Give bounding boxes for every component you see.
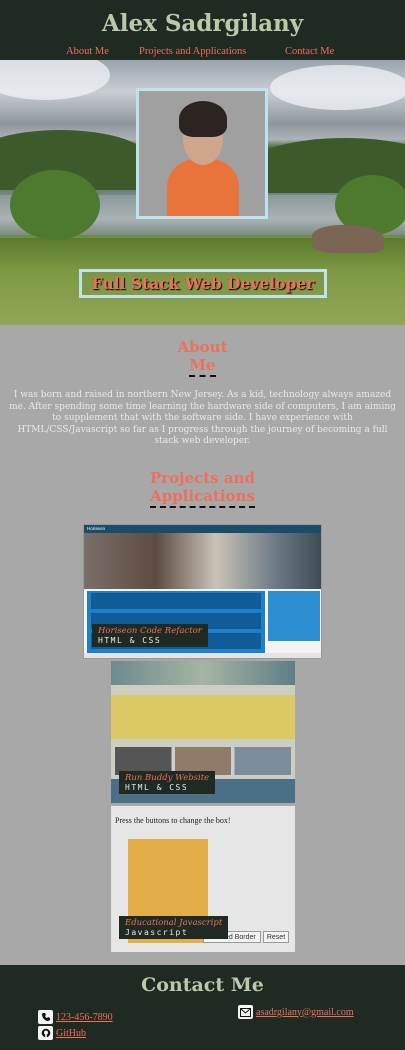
about-heading-line2: Me (189, 356, 216, 377)
screenshot-instructions: Press the buttons to change the box! (115, 816, 231, 825)
screenshot-hero-image (111, 661, 295, 685)
screenshot-sidebar (268, 591, 320, 641)
project-title: Educational Javascript (125, 918, 223, 928)
cloud (270, 65, 405, 110)
project-title: Run Buddy Website (125, 773, 210, 783)
site-title: Alex Sadrgilany (101, 10, 304, 37)
screenshot-pricing-section (111, 695, 295, 739)
project-card-horiseon[interactable]: Horiseon Horiseon Code Refactor HTML & C… (83, 524, 322, 659)
nav-link-projects[interactable]: Projects and Applications (139, 46, 246, 57)
screenshot-brand: Horiseon (87, 526, 106, 531)
nav-link-contact[interactable]: Contact Me (285, 46, 334, 57)
projects-heading-line1: Projects and (150, 469, 255, 487)
avatar-hair (179, 101, 227, 137)
projects-heading: Projects and Applications (0, 469, 405, 508)
hero-banner: Full Stack Web Developer (0, 60, 405, 325)
project-label: Run Buddy Website HTML & CSS (119, 771, 216, 794)
about-heading-line1: About (177, 338, 228, 356)
project-label: Horiseon Code Refactor HTML & CSS (92, 624, 208, 647)
contact-email[interactable]: asadrgilany@gmail.com (238, 1005, 354, 1019)
avatar-shirt (167, 159, 239, 216)
project-stack: HTML & CSS (125, 783, 189, 792)
tree (10, 170, 100, 240)
main-nav: About Me Projects and Applications Conta… (0, 46, 405, 60)
cloud (0, 60, 110, 100)
email-link[interactable]: asadrgilany@gmail.com (256, 1007, 354, 1018)
contact-phone[interactable]: 123-456-7890 (38, 1010, 113, 1024)
email-icon (238, 1005, 253, 1019)
profile-photo (136, 88, 268, 219)
screenshot-row (91, 593, 261, 609)
projects-heading-line2: Applications (150, 487, 255, 508)
screenshot-hero-image (84, 533, 321, 589)
github-link[interactable]: GitHub (56, 1028, 86, 1039)
project-stack: Javascript (125, 928, 189, 937)
screenshot-footer (84, 653, 321, 658)
project-title: Horiseon Code Refactor (98, 626, 202, 636)
tagline-text: Full Stack Web Developer (91, 274, 315, 293)
site-header: Alex Sadrgilany About Me Projects and Ap… (0, 0, 405, 60)
project-card-educational-js[interactable]: Press the buttons to change the box! t D… (111, 806, 295, 952)
driftwood-pile (312, 225, 384, 253)
nav-link-about[interactable]: About Me (66, 46, 109, 57)
project-card-run-buddy[interactable]: Run Buddy Website HTML & CSS (111, 661, 295, 803)
tagline-badge: Full Stack Web Developer (79, 269, 327, 298)
phone-link[interactable]: 123-456-7890 (56, 1012, 113, 1023)
github-icon (38, 1026, 53, 1040)
screenshot-reset-button: Reset (263, 931, 289, 943)
about-text: I was born and raised in northern New Je… (9, 390, 396, 446)
project-label: Educational Javascript Javascript (119, 916, 229, 939)
contact-github[interactable]: GitHub (38, 1026, 86, 1040)
project-stack: HTML & CSS (98, 636, 162, 645)
about-heading: About Me (0, 338, 405, 377)
phone-icon (38, 1010, 53, 1024)
contact-heading: Contact Me (141, 974, 264, 996)
screenshot-navbar: Horiseon (84, 525, 321, 533)
